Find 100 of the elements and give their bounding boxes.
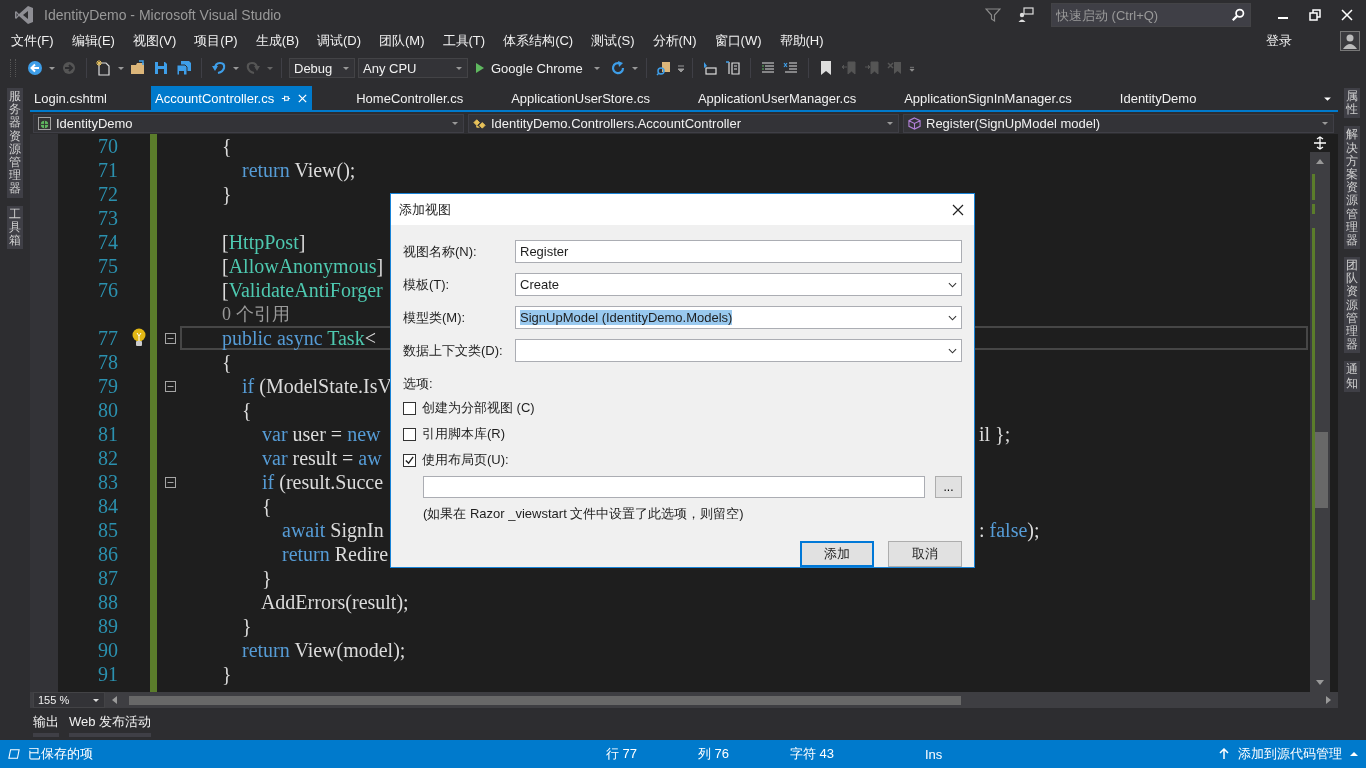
code-line: [AllowAnonymous] [222,256,384,276]
document-tab[interactable]: HomeController.cs [352,86,468,110]
new-item-icon[interactable] [96,60,112,76]
menu-item[interactable]: 分析(N) [643,32,706,50]
columns-icon[interactable] [724,60,741,76]
caret-icon[interactable] [232,64,240,72]
checkbox[interactable] [403,427,416,441]
menu-item[interactable]: 文件(F) [2,32,63,50]
find-files-icon[interactable] [655,60,672,76]
scroll-up-icon[interactable] [1315,158,1325,164]
menu-item[interactable]: 调试(D) [308,32,371,50]
zoom-dropdown[interactable]: 155 % [33,692,105,708]
add-to-source-control-button[interactable]: 添加到源代码管理 [1238,745,1342,763]
dialog-button[interactable]: 添加 [800,541,874,567]
dropdown-field[interactable] [515,339,962,362]
side-panel-tab[interactable]: 工具箱 [7,205,23,250]
uncomment-lines-icon[interactable] [782,60,799,76]
scroll-down-icon[interactable] [1315,680,1325,686]
menu-item[interactable]: 团队(M) [370,32,434,50]
scroll-right-icon[interactable] [1326,695,1332,705]
side-panel-tab[interactable]: 通知 [1344,361,1360,392]
feedback-icon[interactable] [1018,7,1034,23]
checkbox[interactable] [403,453,416,467]
side-panel-tab[interactable]: 团队资源管理器 [1344,257,1360,354]
caret-icon[interactable] [630,64,639,72]
collapse-icon[interactable] [164,380,176,392]
dropdown-field[interactable]: SignUpModel (IdentityDemo.Models) [515,306,962,329]
checkbox[interactable] [403,401,416,415]
member-dropdown[interactable]: Register(SignUpModel model) [903,113,1334,133]
side-panel-tab[interactable]: 属性 [1344,88,1360,119]
up-arrow-icon[interactable] [1218,748,1230,760]
menu-item[interactable]: 测试(S) [582,32,644,50]
caret-icon[interactable] [117,64,125,72]
browse-button[interactable]: ... [935,476,962,498]
code-line: public async Task< [222,328,376,348]
lightbulb-icon[interactable] [132,328,146,348]
step-into-icon[interactable] [701,60,718,76]
line-number: 74 [97,230,118,254]
undo-icon[interactable] [211,60,227,76]
project-dropdown[interactable]: IdentityDemo [33,113,464,133]
menu-item[interactable]: 编辑(E) [62,32,124,50]
document-tab[interactable]: IdentityDemo [1115,86,1201,110]
close-icon[interactable] [952,203,964,216]
checkbox-label[interactable]: 引用脚本库(R) [422,425,506,443]
folder-icon[interactable] [130,60,146,76]
comment-lines-icon[interactable] [759,60,776,76]
scroll-left-icon[interactable] [111,695,117,705]
line-number: 71 [97,158,118,182]
run-button[interactable]: Google Chrome [471,57,605,79]
caret-icon[interactable] [48,64,56,72]
configuration-dropdown[interactable]: Debug [289,58,355,78]
layout-page-field[interactable] [423,476,925,498]
line-number: 80 [97,398,118,422]
line-number: 79 [97,374,118,398]
close-icon[interactable] [1339,7,1355,23]
caret-up-icon[interactable] [1350,751,1358,757]
sign-in-link[interactable]: 登录 [1266,32,1292,50]
checkbox-label[interactable]: 使用布局页(U): [422,451,509,469]
document-tab[interactable]: Login.cshtml [30,86,111,110]
save-icon[interactable] [153,60,169,76]
platform-dropdown[interactable]: Any CPU [358,58,468,78]
line-indicator: 行 77 [606,745,639,763]
filter-icon[interactable] [985,7,1001,23]
user-avatar-icon[interactable] [1340,31,1360,51]
restore-icon[interactable] [1307,7,1323,23]
chevron-down-icon [948,281,957,288]
vertical-scrollbar[interactable] [1310,134,1330,692]
scrollbar-thumb[interactable] [1315,432,1328,508]
line-number: 72 [97,182,118,206]
menu-item[interactable]: 生成(B) [246,32,308,50]
view-name-field[interactable]: Register [515,240,962,263]
menu-item[interactable]: 项目(P) [185,32,247,50]
menu-item[interactable]: 视图(V) [123,32,186,50]
dropdown-field[interactable]: Create [515,273,962,296]
menu-item[interactable]: 体系结构(C) [494,32,583,50]
quick-launch-field[interactable]: 快速启动 (Ctrl+Q) [1051,3,1251,27]
caret-icon[interactable] [266,64,274,72]
back-icon[interactable] [27,60,43,76]
type-dropdown[interactable]: IdentityDemo.Controllers.AccountController [468,113,899,133]
line-number: 78 [97,350,118,374]
menu-item[interactable]: 工具(T) [433,32,495,50]
collapse-icon[interactable] [164,332,176,344]
collapse-icon[interactable] [164,476,176,488]
document-tab[interactable]: ApplicationUserStore.cs [507,86,654,110]
document-tab[interactable]: AccountController.cs [151,86,313,110]
document-tab[interactable]: ApplicationSignInManager.cs [900,86,1076,110]
caret-icon[interactable] [676,64,685,72]
checkbox-label[interactable]: 创建为分部视图 (C) [422,399,535,417]
save-all-icon[interactable] [176,60,192,76]
reference-count[interactable]: 0 个引用 [222,304,290,324]
dialog-button[interactable]: 取消 [888,541,962,567]
side-panel-tab[interactable]: 解决方案资源管理器 [1344,126,1360,250]
caret-icon [592,64,601,72]
refresh-icon[interactable] [609,60,626,76]
overflow-icon[interactable] [907,64,916,72]
document-tab[interactable]: ApplicationUserManager.cs [693,86,861,110]
menu-item[interactable]: 帮助(H) [770,32,833,50]
side-panel-tab[interactable]: 服务器资源管理器 [7,88,23,198]
scrollbar-thumb[interactable] [129,695,961,705]
menu-item[interactable]: 窗口(W) [705,32,771,50]
